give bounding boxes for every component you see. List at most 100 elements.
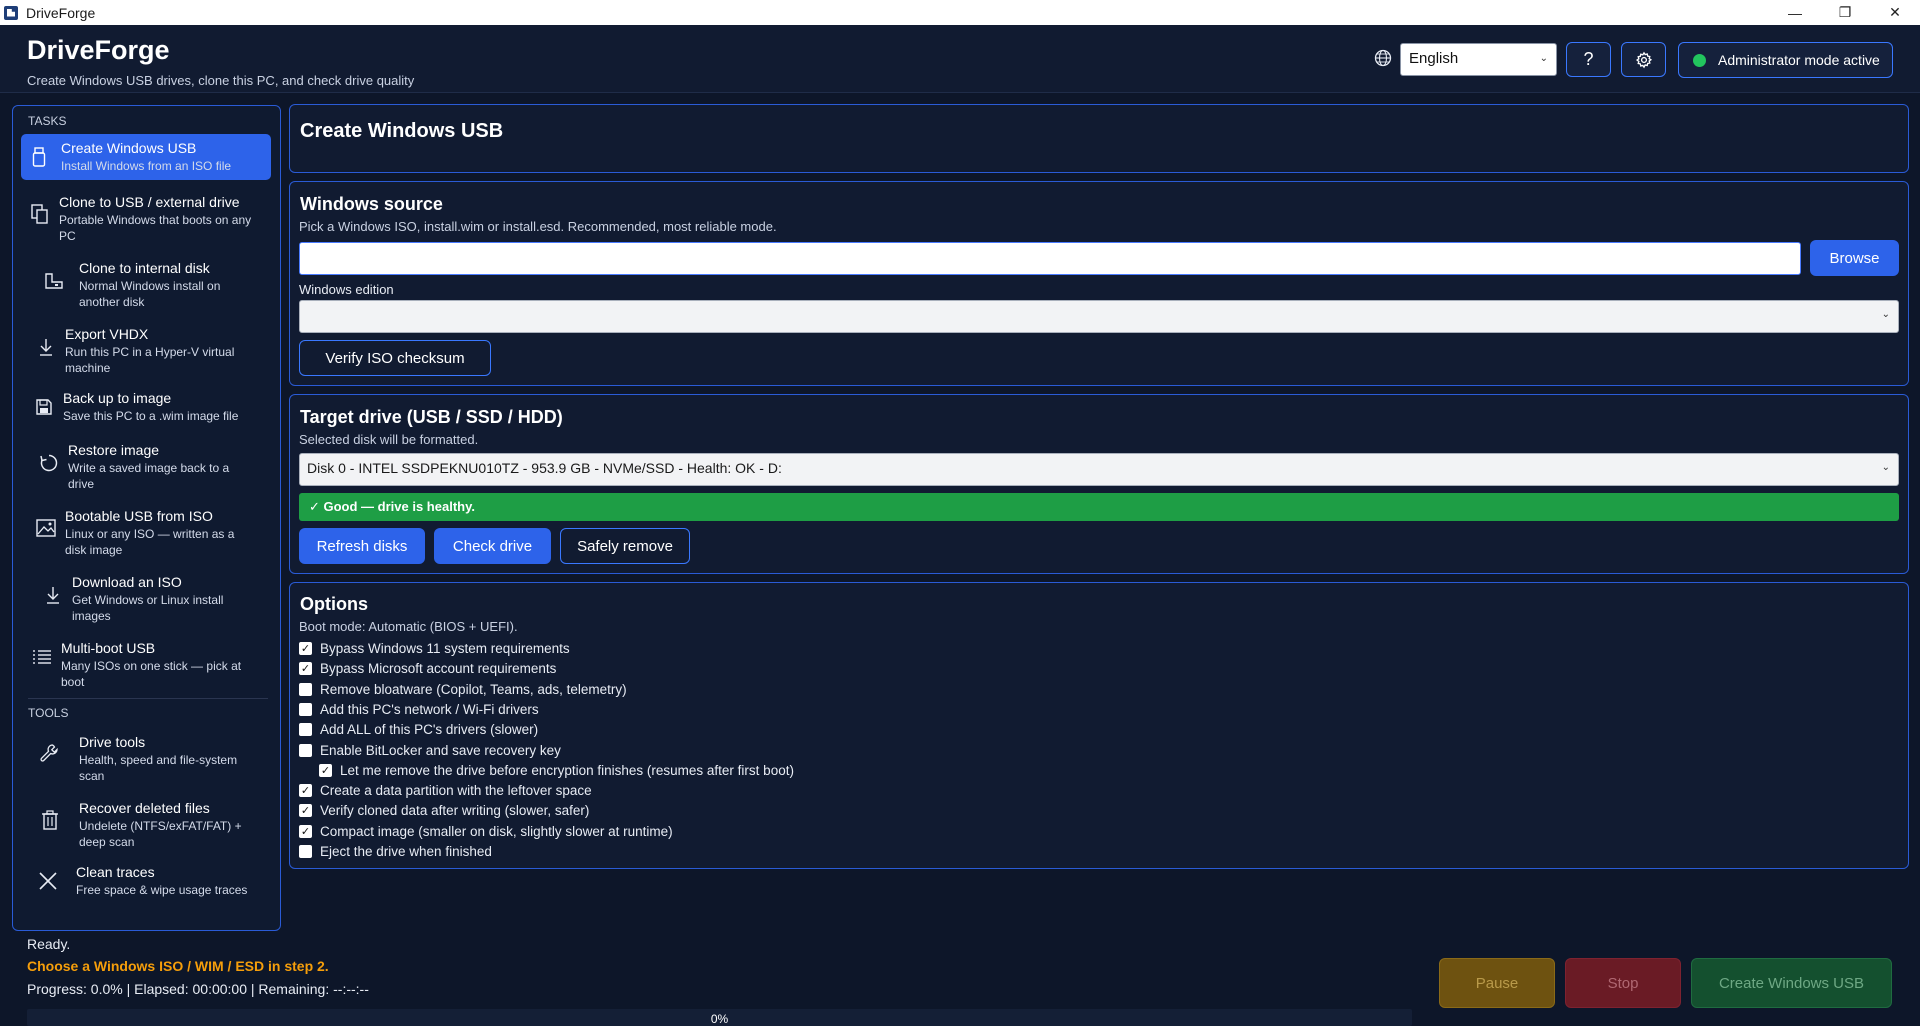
option-label: Let me remove the drive before encryptio… — [340, 763, 794, 778]
option-row[interactable]: ✓ Bypass Windows 11 system requirements — [299, 641, 570, 656]
edition-label: Windows edition — [299, 282, 394, 297]
page-title: Create Windows USB — [300, 120, 504, 142]
minimize-button[interactable]: — — [1770, 0, 1820, 25]
close-icon — [37, 870, 59, 892]
sidebar-item-desc: Health, speed and file-system scan — [79, 753, 238, 783]
sidebar-item-title: Multi-boot USB — [61, 640, 156, 656]
option-row[interactable]: Remove bloatware (Copilot, Teams, ads, t… — [299, 682, 627, 697]
sidebar-item-title: Bootable USB from ISO — [65, 508, 213, 524]
sidebar-item-desc: Portable Windows that boots on any PC — [59, 213, 252, 243]
sidebar-item-desc: Install Windows from an ISO file — [61, 159, 232, 173]
option-row[interactable]: ✓ Bypass Microsoft account requirements — [299, 661, 556, 676]
checkbox-checked[interactable]: ✓ — [319, 764, 332, 777]
sidebar-item-multiboot[interactable]: Multi-boot USB Many ISOs on one stick — … — [21, 632, 271, 690]
checkbox-checked[interactable]: ✓ — [299, 804, 312, 817]
sidebar-item-download-iso[interactable]: Download an ISO Get Windows or Linux ins… — [21, 566, 271, 624]
sidebar-item-export-vhdx[interactable]: Export VHDX Run this PC in a Hyper-V vir… — [21, 318, 271, 376]
checkbox-unchecked[interactable] — [299, 703, 312, 716]
tasks-section-label: TASKS — [28, 114, 67, 128]
section-title: Options — [300, 594, 368, 614]
verify-checksum-button[interactable]: Verify ISO checksum — [299, 340, 491, 376]
safely-remove-button[interactable]: Safely remove — [560, 528, 690, 564]
sidebar-item-recover-files[interactable]: Recover deleted files Undelete (NTFS/exF… — [21, 792, 271, 850]
option-label: Add this PC's network / Wi-Fi drivers — [320, 702, 539, 717]
checkbox-checked[interactable]: ✓ — [299, 642, 312, 655]
status-ready: Ready. — [27, 936, 71, 952]
option-row[interactable]: Enable BitLocker and save recovery key — [299, 743, 561, 758]
sidebar-item-clone-internal[interactable]: Clone to internal disk Normal Windows in… — [21, 252, 271, 310]
option-row[interactable]: ✓ Compact image (smaller on disk, slightl… — [299, 824, 673, 839]
option-label: Bypass Microsoft account requirements — [320, 661, 557, 676]
browse-button[interactable]: Browse — [1810, 240, 1899, 276]
close-window-button[interactable]: ✕ — [1870, 0, 1920, 25]
sidebar-item-title: Clone to internal disk — [79, 260, 210, 276]
sidebar-item-desc: Many ISOs on one stick — pick at boot — [61, 659, 242, 689]
sidebar-item-clone-usb[interactable]: Clone to USB / external drive Portable W… — [21, 186, 271, 244]
windows-edition-select[interactable]: ⌄ — [299, 300, 1899, 333]
checkbox-unchecked[interactable] — [299, 683, 312, 696]
restore-icon — [38, 452, 60, 474]
help-button[interactable]: ? — [1566, 42, 1611, 77]
option-row[interactable]: Eject the drive when finished — [299, 844, 492, 859]
chevron-down-icon: ⌄ — [1881, 309, 1890, 320]
option-label: Verify cloned data after writing (slower… — [320, 803, 590, 818]
sidebar-item-desc: Write a saved image back to a drive — [68, 461, 230, 491]
drive-health-banner: ✓ Good — drive is healthy. — [299, 493, 1899, 521]
option-label: Enable BitLocker and save recovery key — [320, 743, 561, 758]
option-row[interactable]: ✓ Let me remove the drive before encrypti… — [319, 763, 794, 778]
app-logo-icon — [4, 5, 18, 20]
sidebar-item-title: Drive tools — [79, 734, 146, 750]
gear-icon — [1635, 51, 1652, 68]
iso-path-input[interactable] — [299, 242, 1801, 275]
window-titlebar: DriveForge — ❐ ✕ — [0, 0, 1920, 25]
target-disk-select[interactable]: Disk 0 - INTEL SSDPEKNU010TZ - 953.9 GB … — [299, 453, 1899, 486]
sidebar-item-clean-traces[interactable]: Clean traces Free space & wipe usage tra… — [21, 858, 271, 904]
sidebar-item-bootable-iso[interactable]: Bootable USB from ISO Linux or any ISO —… — [21, 500, 271, 558]
option-label: Remove bloatware (Copilot, Teams, ads, t… — [320, 682, 627, 697]
checkbox-unchecked[interactable] — [299, 845, 312, 858]
option-row[interactable]: ✓ Verify cloned data after writing (slowe… — [299, 803, 589, 818]
check-drive-button[interactable]: Check drive — [434, 528, 551, 564]
pause-button[interactable]: Pause — [1439, 958, 1555, 1008]
refresh-disks-button[interactable]: Refresh disks — [299, 528, 425, 564]
language-select[interactable]: English ⌄ — [1400, 43, 1557, 76]
sidebar-item-desc: Normal Windows install on another disk — [79, 279, 221, 309]
sidebar-item-desc: Get Windows or Linux install images — [72, 593, 224, 623]
checkbox-unchecked[interactable] — [299, 744, 312, 757]
checkbox-unchecked[interactable] — [299, 723, 312, 736]
app-tagline: Create Windows USB drives, clone this PC… — [27, 73, 415, 88]
options-panel: Options Boot mode: Automatic (BIOS + UEF… — [289, 582, 1909, 869]
settings-button[interactable] — [1621, 42, 1666, 77]
checkbox-checked[interactable]: ✓ — [299, 784, 312, 797]
section-title: Windows source — [300, 194, 443, 214]
disk-value: Disk 0 - INTEL SSDPEKNU010TZ - 953.9 GB … — [307, 460, 782, 476]
sidebar-item-drive-tools[interactable]: Drive tools Health, speed and file-syste… — [21, 726, 271, 784]
stop-button[interactable]: Stop — [1565, 958, 1681, 1008]
sidebar-item-backup-image[interactable]: Back up to image Save this PC to a .wim … — [21, 384, 271, 430]
globe-icon — [1374, 49, 1392, 67]
save-icon — [33, 396, 55, 418]
target-drive-panel: Target drive (USB / SSD / HDD) Selected … — [289, 394, 1909, 574]
progress-label: 0% — [710, 1012, 729, 1026]
restore-button[interactable]: ❐ — [1820, 0, 1870, 25]
sidebar-item-create-windows-usb[interactable]: Create Windows USB Install Windows from … — [21, 134, 271, 180]
chevron-down-icon: ⌄ — [1881, 462, 1890, 473]
sidebar-item-desc: Free space & wipe usage traces — [76, 883, 248, 897]
admin-status-text: Administrator mode active — [1718, 52, 1880, 68]
option-row[interactable]: Add this PC's network / Wi-Fi drivers — [299, 702, 539, 717]
option-label: Add ALL of this PC's drivers (slower) — [320, 722, 539, 737]
sidebar-item-desc: Run this PC in a Hyper-V virtual machine — [65, 345, 235, 375]
sidebar-item-title: Download an ISO — [72, 574, 182, 590]
sidebar-item-restore-image[interactable]: Restore image Write a saved image back t… — [21, 434, 271, 492]
list-icon — [31, 646, 53, 668]
checkbox-checked[interactable]: ✓ — [299, 662, 312, 675]
download-icon — [42, 584, 64, 606]
sidebar-item-desc: Linux or any ISO — written as a disk ima… — [65, 527, 235, 557]
option-row[interactable]: ✓ Create a data partition with the leftov… — [299, 783, 592, 798]
checkbox-checked[interactable]: ✓ — [299, 825, 312, 838]
option-label: Create a data partition with the leftove… — [320, 783, 592, 798]
create-windows-usb-button[interactable]: Create Windows USB — [1691, 958, 1892, 1008]
language-value: English — [1409, 50, 1459, 67]
option-row[interactable]: Add ALL of this PC's drivers (slower) — [299, 722, 538, 737]
sidebar-item-title: Clean traces — [76, 864, 155, 880]
